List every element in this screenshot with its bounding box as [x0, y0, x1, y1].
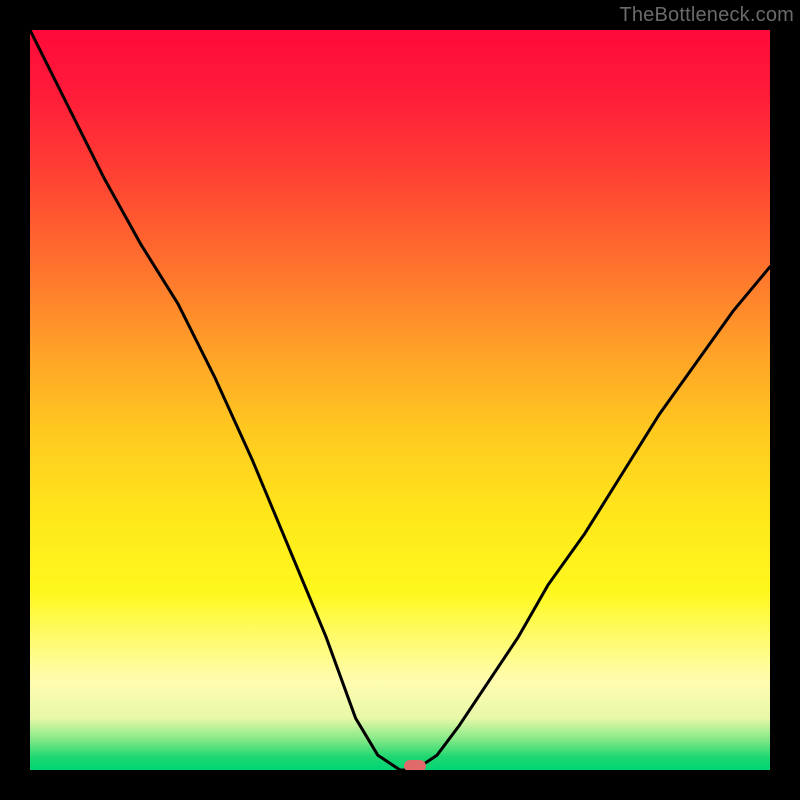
chart-frame: TheBottleneck.com [0, 0, 800, 800]
minimum-marker [404, 760, 426, 770]
curve-path [30, 30, 770, 770]
curve-svg [30, 30, 770, 770]
plot-area [30, 30, 770, 770]
watermark-text: TheBottleneck.com [619, 4, 794, 27]
